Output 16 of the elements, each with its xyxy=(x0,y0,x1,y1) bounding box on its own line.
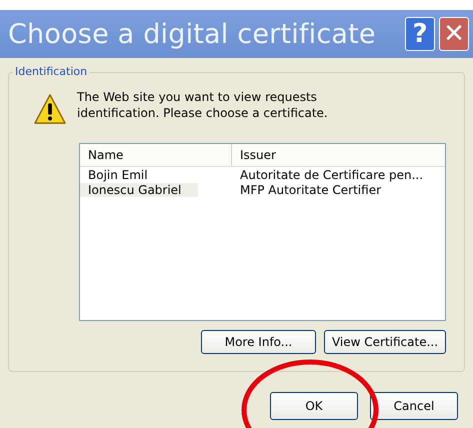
dialog-button[interactable]: Cancel xyxy=(370,392,458,420)
dialog-button[interactable]: OK xyxy=(270,392,358,420)
name-cell[interactable]: Bojin Emil xyxy=(80,168,198,182)
name-cell[interactable]: Ionescu Gabriel xyxy=(80,182,198,196)
dialog-button[interactable]: More Info... xyxy=(201,330,316,354)
dialog-button[interactable]: View Certificate... xyxy=(324,330,446,354)
issuer-cell[interactable]: MFP Autoritate Certifier xyxy=(232,182,445,196)
message-text: The Web site you want to view requests identification. Please choose a certificate. xyxy=(77,89,329,121)
close-button[interactable]: ✕ xyxy=(439,17,469,51)
group-legend: Identification xyxy=(13,65,90,78)
help-button[interactable]: ? xyxy=(405,17,435,51)
column-header[interactable]: Issuer xyxy=(232,144,445,166)
warning-icon xyxy=(33,93,67,125)
window-title: Choose a digital certificate xyxy=(8,18,377,50)
column-header[interactable]: Name xyxy=(80,144,232,166)
issuer-cell[interactable]: Autoritate de Certificare pen... xyxy=(232,168,445,182)
